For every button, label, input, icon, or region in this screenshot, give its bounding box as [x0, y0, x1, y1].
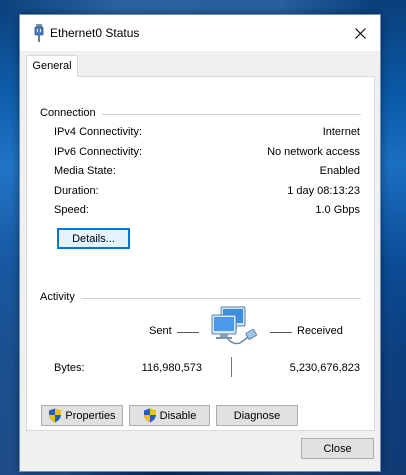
desktop-background: Ethernet0 Status General Connection IPv4…	[0, 0, 406, 475]
uac-shield-icon	[143, 408, 156, 423]
received-dash	[270, 332, 292, 333]
ethernet-status-dialog: Ethernet0 Status General Connection IPv4…	[19, 14, 381, 472]
window-title: Ethernet0 Status	[50, 26, 140, 40]
bytes-label: Bytes:	[54, 362, 85, 374]
connection-heading: Connection	[40, 107, 102, 119]
ipv6-connectivity-row: IPv6 Connectivity: No network access	[54, 146, 360, 162]
ipv4-connectivity-value: Internet	[322, 126, 360, 138]
properties-button[interactable]: Properties	[41, 405, 123, 426]
speed-label: Speed:	[54, 204, 89, 216]
ipv4-connectivity-label: IPv4 Connectivity:	[54, 126, 143, 138]
media-state-row: Media State: Enabled	[54, 165, 360, 181]
ipv6-connectivity-label: IPv6 Connectivity:	[54, 146, 143, 158]
duration-row: Duration: 1 day 08:13:23	[54, 185, 360, 201]
sent-dash	[177, 332, 199, 333]
duration-label: Duration:	[54, 185, 99, 197]
sent-label: Sent	[149, 325, 172, 337]
title-bar[interactable]: Ethernet0 Status	[20, 15, 380, 51]
ipv4-connectivity-row: IPv4 Connectivity: Internet	[54, 126, 360, 142]
close-icon	[354, 27, 366, 39]
details-button[interactable]: Details...	[57, 228, 130, 249]
duration-value: 1 day 08:13:23	[287, 185, 360, 197]
network-computers-icon	[211, 306, 257, 345]
speed-value: 1.0 Gbps	[315, 204, 360, 216]
diagnose-button[interactable]: Diagnose	[216, 405, 298, 426]
disable-button-label: Disable	[159, 409, 197, 422]
received-label: Received	[297, 325, 343, 337]
properties-button-label: Properties	[65, 409, 116, 422]
ipv6-connectivity-value: No network access	[267, 146, 360, 158]
activity-divider	[41, 298, 361, 299]
disable-button[interactable]: Disable	[129, 405, 210, 426]
ethernet-cable-icon	[34, 24, 44, 42]
bytes-sent-value: 116,980,573	[141, 362, 202, 374]
uac-shield-icon	[49, 408, 62, 423]
bytes-received-value: 5,230,676,823	[289, 362, 360, 374]
close-button[interactable]: Close	[301, 438, 374, 459]
activity-heading: Activity	[40, 291, 81, 303]
general-tab-panel: Connection IPv4 Connectivity: Internet I…	[26, 76, 375, 431]
tab-general[interactable]: General	[26, 55, 78, 77]
media-state-label: Media State:	[54, 165, 116, 177]
close-window-button[interactable]	[340, 15, 380, 51]
media-state-value: Enabled	[319, 165, 360, 177]
activity-separator	[231, 357, 232, 377]
speed-row: Speed: 1.0 Gbps	[54, 204, 360, 220]
